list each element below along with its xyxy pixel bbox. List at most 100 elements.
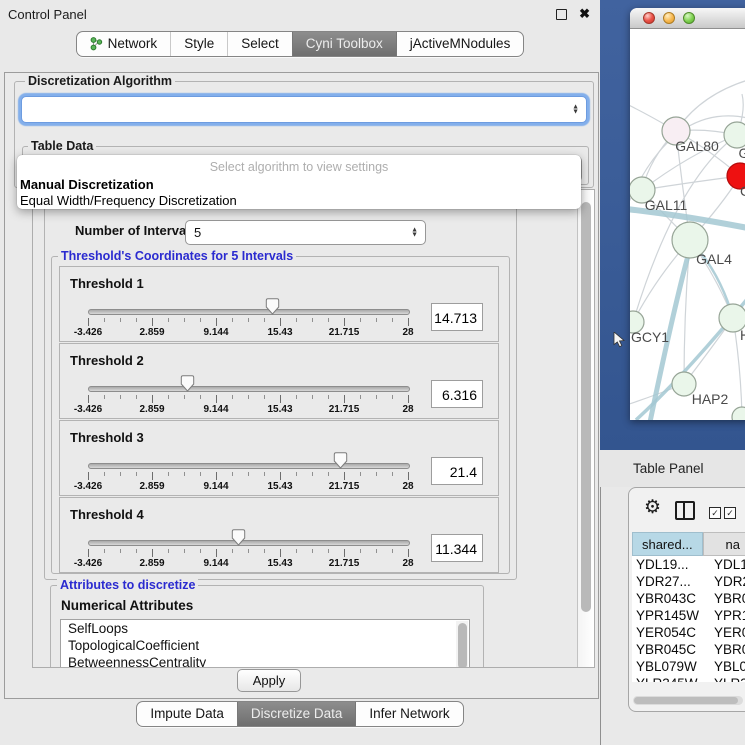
cell-name[interactable]: YPR1 <box>710 607 745 624</box>
threshold-slider[interactable]: -3.4262.8599.14415.4321.71528 <box>88 421 408 495</box>
settings-scroll-pane: Interval Definition Number of Intervals … <box>32 189 595 668</box>
tab-select[interactable]: Select <box>227 32 292 56</box>
cell-name[interactable]: YLR3 <box>710 675 745 682</box>
minor-tick <box>200 472 201 476</box>
threshold-slider[interactable]: -3.4262.8599.14415.4321.71528 <box>88 498 408 572</box>
tick-label: -3.426 <box>74 558 102 569</box>
slider-thumb[interactable] <box>231 529 246 546</box>
tab-jactivemnodules[interactable]: jActiveMNodules <box>396 32 524 56</box>
slider-thumb[interactable] <box>333 452 348 469</box>
attribute-list-item[interactable]: BetweennessCentrality <box>61 654 469 668</box>
gear-icon[interactable]: ⚙ <box>644 496 661 519</box>
tab-impute-data[interactable]: Impute Data <box>137 702 237 726</box>
network-view-window[interactable]: GAL80GCGAL11GAL4GCY1HHAP2 <box>630 8 745 420</box>
table-row[interactable]: YDR27...YDR2 <box>632 573 745 590</box>
slider-tick-labels: -3.4262.8599.14415.4321.71528 <box>88 327 408 339</box>
minor-tick <box>168 472 169 476</box>
algorithm-combobox[interactable]: ▲▼ <box>21 96 587 123</box>
tab-network[interactable]: Network <box>77 32 171 56</box>
close-traffic-light-icon[interactable] <box>643 12 655 24</box>
dropdown-option-manual[interactable]: Manual Discretization <box>20 177 154 192</box>
table-row[interactable]: YBR043CYBR0 <box>632 590 745 607</box>
table-row[interactable]: YBL079WYBL0 <box>632 658 745 675</box>
threshold-value-field[interactable]: 21.4 <box>431 457 483 485</box>
major-tick <box>344 395 345 403</box>
number-of-intervals-combobox[interactable]: 5 ▲▼ <box>185 220 426 245</box>
attribute-list-item[interactable]: TopologicalCoefficient <box>61 637 469 654</box>
tick-label: 21.715 <box>329 404 360 415</box>
checkbox-icon[interactable]: ✓ <box>724 507 736 519</box>
network-canvas[interactable]: GAL80GCGAL11GAL4GCY1HHAP2 <box>630 29 745 420</box>
tab-infer-network[interactable]: Infer Network <box>355 702 462 726</box>
table-row[interactable]: YPR145WYPR1 <box>632 607 745 624</box>
checkbox-icon[interactable]: ✓ <box>709 507 721 519</box>
cell-shared-name[interactable]: YBL079W <box>632 658 710 675</box>
network-node[interactable] <box>732 407 745 420</box>
slider-thumb[interactable] <box>265 298 280 315</box>
slider-ticks <box>88 472 408 481</box>
threshold-slider[interactable]: -3.4262.8599.14415.4321.71528 <box>88 267 408 341</box>
threshold-value-field[interactable]: 11.344 <box>431 534 483 562</box>
slider-rail[interactable] <box>88 540 410 546</box>
slider-rail[interactable] <box>88 309 410 315</box>
slider-tick-labels: -3.4262.8599.14415.4321.71528 <box>88 558 408 570</box>
cell-name[interactable]: YBL0 <box>710 658 745 675</box>
column-header-name[interactable]: na <box>703 532 745 556</box>
cell-name[interactable]: YDR2 <box>710 573 745 590</box>
dropdown-option-equal-width[interactable]: Equal Width/Frequency Discretization <box>20 193 237 208</box>
major-tick <box>280 472 281 480</box>
minor-tick <box>120 472 121 476</box>
list-scrollbar-thumb[interactable] <box>458 623 467 668</box>
table-horizontal-scrollbar[interactable] <box>633 696 743 705</box>
dropdown-prompt-item[interactable]: Select algorithm to view settings <box>17 160 581 174</box>
cell-shared-name[interactable]: YBR045C <box>632 641 710 658</box>
slider-thumb[interactable] <box>180 375 195 392</box>
minor-tick <box>104 318 105 322</box>
minor-tick <box>360 549 361 553</box>
table-panel-titlebar: Table Panel <box>600 450 745 487</box>
cell-shared-name[interactable]: YBR043C <box>632 590 710 607</box>
major-tick <box>216 549 217 557</box>
columns-icon[interactable] <box>675 501 695 520</box>
minimize-traffic-light-icon[interactable] <box>663 12 675 24</box>
cell-shared-name[interactable]: YDL19... <box>632 556 710 573</box>
minor-tick <box>184 395 185 399</box>
threshold-value-field[interactable]: 14.713 <box>431 303 483 331</box>
control-panel-content: Discretization Algorithm ▲▼ Table Data g… <box>4 72 599 699</box>
settings-scrollbar[interactable] <box>577 190 594 667</box>
cell-shared-name[interactable]: YLR345W <box>632 675 710 682</box>
cell-shared-name[interactable]: YER054C <box>632 624 710 641</box>
threshold-slider[interactable]: -3.4262.8599.14415.4321.71528 <box>88 344 408 418</box>
threshold-value-field[interactable]: 6.316 <box>431 380 483 408</box>
table-row[interactable]: YLR345WYLR3 <box>632 675 745 682</box>
cell-name[interactable]: YER0 <box>710 624 745 641</box>
numerical-attributes-label: Numerical Attributes <box>61 598 193 613</box>
zoom-traffic-light-icon[interactable] <box>683 12 695 24</box>
table-horizontal-scrollbar-thumb[interactable] <box>634 697 738 704</box>
cell-shared-name[interactable]: YPR145W <box>632 607 710 624</box>
close-icon[interactable]: ✖ <box>579 6 590 22</box>
cell-name[interactable]: YBR0 <box>710 641 745 658</box>
network-window-titlebar[interactable] <box>630 8 745 29</box>
attribute-list-item[interactable]: SelfLoops <box>61 620 469 637</box>
table-row[interactable]: YER054CYER0 <box>632 624 745 641</box>
network-edge[interactable] <box>642 176 740 190</box>
list-scrollbar[interactable] <box>456 621 468 668</box>
cell-name[interactable]: YBR0 <box>710 590 745 607</box>
table-row[interactable]: YDL19...YDL1 <box>632 556 745 573</box>
numerical-attributes-list[interactable]: SelfLoopsTopologicalCoefficientBetweenne… <box>60 619 470 668</box>
network-node-label: G <box>739 145 745 161</box>
table-row[interactable]: YBR045CYBR0 <box>632 641 745 658</box>
tab-cyni-toolbox[interactable]: Cyni Toolbox <box>292 32 396 56</box>
cell-shared-name[interactable]: YDR27... <box>632 573 710 590</box>
apply-button[interactable]: Apply <box>237 669 301 692</box>
slider-rail[interactable] <box>88 386 410 392</box>
tab-discretize-data[interactable]: Discretize Data <box>237 702 356 726</box>
cell-name[interactable]: YDL1 <box>710 556 745 573</box>
float-window-icon[interactable] <box>556 9 567 20</box>
column-header-shared-name[interactable]: shared... <box>632 532 703 556</box>
mouse-cursor-icon <box>613 332 627 348</box>
slider-rail[interactable] <box>88 463 410 469</box>
settings-scrollbar-thumb[interactable] <box>581 202 591 612</box>
tab-style[interactable]: Style <box>170 32 227 56</box>
